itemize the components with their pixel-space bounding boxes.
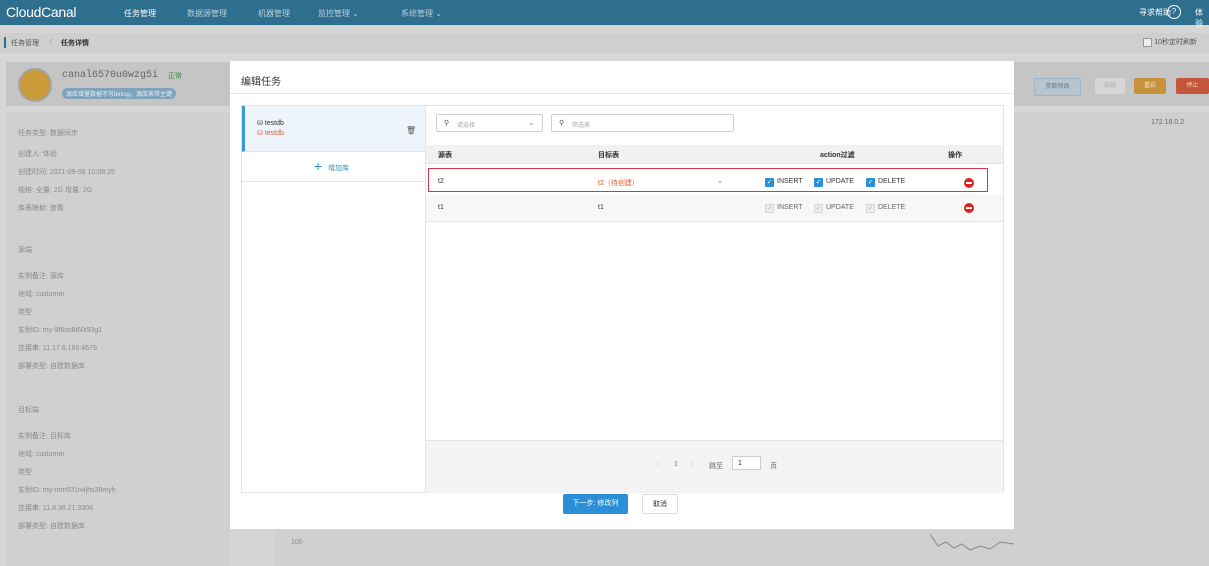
nav-item-system[interactable]: 系统管理 ⌄ <box>401 8 442 19</box>
row-source-table: t1 <box>438 204 444 211</box>
col-source-table: 源表 <box>438 152 452 159</box>
server-ip: 172.18.0.2 <box>1151 119 1185 126</box>
breadcrumb-separator: / <box>50 38 52 45</box>
database-list: ⛁ testdb ⛁ testdb 🗑 + 增加库 <box>241 105 426 493</box>
source-type: 类型: <box>18 309 34 316</box>
source-remark: 实例备注: 源库 <box>18 273 64 280</box>
target-instance-id: 实例ID: my-mm931n4jhs39myh <box>18 487 116 494</box>
row-target-table: t1 <box>598 204 604 211</box>
breadcrumb-marker <box>4 37 6 48</box>
table-filter-placeholder: 筛选表 <box>572 123 591 129</box>
source-region: 地域: customer <box>18 291 65 298</box>
target-deploy: 部署类型: 自建数据库 <box>18 523 85 530</box>
breadcrumb: 任务管理 / 任务详情 10秒定时刷新 <box>0 33 1209 53</box>
source-conn: 连接串: 11.17.6.185:4679 <box>18 345 97 352</box>
source-instance-id: 实例ID: my-9f6cn8i60i93g1 <box>18 327 103 334</box>
add-database-button[interactable]: + 增加库 <box>242 153 425 182</box>
database-icon <box>18 68 52 102</box>
col-operation: 操作 <box>948 152 962 159</box>
start-button[interactable]: 启动 <box>1095 78 1125 94</box>
prev-page-icon[interactable]: ‹ <box>657 461 659 468</box>
user-menu[interactable]: 体验 <box>1195 7 1209 29</box>
database-new-icon: ⛁ <box>257 130 265 137</box>
next-page-icon[interactable]: › <box>690 461 692 468</box>
source-section-title: 源端 <box>18 247 32 254</box>
source-deploy: 部署类型: 自建数据库 <box>18 363 85 370</box>
task-warning-tag: 源库增量数据不写binlog，源库表带主键 <box>62 88 177 99</box>
target-db-name: ⛁ testdb <box>257 130 284 137</box>
jump-label: 跳至 <box>709 463 723 470</box>
database-item[interactable]: ⛁ testdb ⛁ testdb 🗑 <box>242 106 425 152</box>
target-region: 地域: customer <box>18 451 65 458</box>
remove-icon[interactable] <box>964 203 974 213</box>
col-action-filter: action过滤 <box>820 152 855 159</box>
next-step-button[interactable]: 下一步: 修改列 <box>563 494 628 514</box>
table-header: 源表 目标表 action过滤 操作 <box>426 145 1003 164</box>
page-number[interactable]: 1 <box>674 461 678 468</box>
task-info-panel <box>6 112 230 566</box>
info-mapping[interactable]: 库表映射: 查看 <box>18 203 64 213</box>
top-nav: CloudCanal 任务管理 数据源管理 机器管理 监控管理 ⌄ 系统管理 ⌄… <box>0 0 1209 28</box>
selected-row-highlight <box>428 168 988 192</box>
dialog-divider <box>230 93 1014 94</box>
nav-item-monitoring[interactable]: 监控管理 ⌄ <box>318 8 359 19</box>
app-logo[interactable]: CloudCanal <box>6 4 76 20</box>
cancel-button[interactable]: 取消 <box>642 494 678 514</box>
search-icon: ⚲ <box>559 120 565 127</box>
edit-task-dialog: 编辑任务 ⛁ testdb ⛁ testdb 🗑 + 增加库 ⚲ 请选择 ⌄ ⚲… <box>230 61 1014 529</box>
schema-select[interactable]: ⚲ 请选择 ⌄ <box>436 114 543 132</box>
table-row: t1 t1 ✓ INSERT ✓ UPDATE ✓ DELETE <box>426 195 1003 222</box>
target-section-title: 目标端 <box>18 407 39 414</box>
table-mapping-panel: ⚲ 请选择 ⌄ ⚲ 筛选表 源表 目标表 action过滤 操作 t2 t2（待… <box>425 105 1004 493</box>
delete-label: DELETE <box>878 204 906 211</box>
stop-button[interactable]: 停止 <box>1176 78 1209 94</box>
chevron-down-icon: ⌄ <box>528 120 534 127</box>
plus-icon: + <box>314 158 323 174</box>
delete-checkbox[interactable]: ✓ <box>866 204 875 213</box>
monitor-sparkline <box>930 533 1014 551</box>
col-target-table: 目标表 <box>598 152 619 159</box>
help-icon[interactable]: ? <box>1167 5 1181 19</box>
info-spec: 规格: 全量: 2G 增量: 2G <box>18 187 93 194</box>
auto-refresh-toggle[interactable]: 10秒定时刷新 <box>1143 37 1197 47</box>
auto-refresh-label: 10秒定时刷新 <box>1154 39 1197 46</box>
update-label: UPDATE <box>826 204 854 211</box>
breadcrumb-root[interactable]: 任务管理 <box>11 38 39 48</box>
task-name: canal6570u0wzg5i <box>62 70 159 81</box>
param-edit-button[interactable]: 参数修改 <box>1034 78 1081 96</box>
dialog-title: 编辑任务 <box>241 77 281 88</box>
info-created-at: 创建时间: 2021-09-08 10:08:25 <box>18 169 115 176</box>
schema-select-placeholder: 请选择 <box>457 123 476 129</box>
search-icon: ⚲ <box>444 120 450 127</box>
page-suffix: 页 <box>770 463 777 470</box>
trash-icon[interactable]: 🗑 <box>406 126 416 135</box>
target-conn: 连接串: 11.8.36.21:3306 <box>18 505 93 512</box>
target-remark: 实例备注: 目标库 <box>18 433 71 440</box>
source-db-name: ⛁ testdb <box>257 120 284 127</box>
add-database-label: 增加库 <box>328 165 349 172</box>
table-filter-input[interactable]: ⚲ 筛选表 <box>551 114 734 132</box>
monitor-chart <box>275 530 1014 566</box>
task-status-badge: 正常 <box>168 73 182 80</box>
chart-tick: 100 <box>291 539 303 546</box>
nav-item-machines[interactable]: 机器管理 <box>258 8 290 19</box>
target-type: 类型: <box>18 469 34 476</box>
restart-button[interactable]: 重启 <box>1134 78 1166 94</box>
update-checkbox[interactable]: ✓ <box>814 204 823 213</box>
insert-checkbox[interactable]: ✓ <box>765 204 774 213</box>
nav-item-datasources[interactable]: 数据源管理 <box>187 8 227 19</box>
nav-item-tasks[interactable]: 任务管理 <box>124 8 156 19</box>
insert-label: INSERT <box>777 204 803 211</box>
info-creator: 创建人: 体验 <box>18 151 57 158</box>
pagination: ‹ 1 › 跳至 1 页 <box>426 440 1003 493</box>
monitor-panel <box>1014 112 1209 566</box>
breadcrumb-current: 任务详情 <box>61 40 89 47</box>
checkbox-icon[interactable] <box>1143 37 1153 47</box>
database-icon: ⛁ <box>257 120 265 127</box>
info-task-type: 任务类型: 数据同步 <box>18 130 78 137</box>
jump-page-input[interactable]: 1 <box>732 456 761 470</box>
